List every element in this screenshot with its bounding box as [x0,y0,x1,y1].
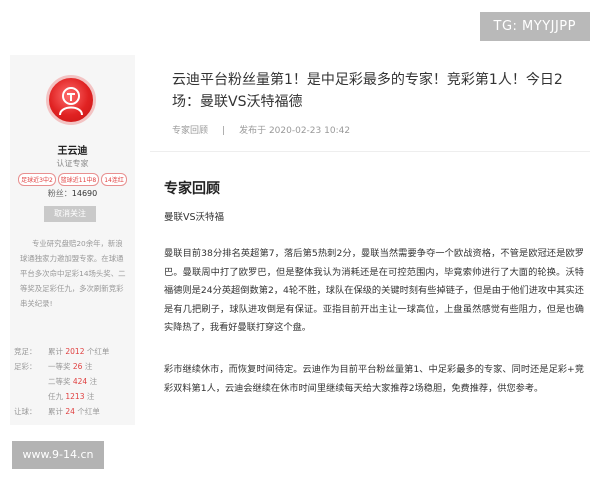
record-row: 让球： 累计 24 个红单 [14,404,132,419]
watermark-bottom: www.9-14.cn [12,441,104,469]
record-value: 1213 [65,392,85,401]
record-row: 足彩： 一等奖 26 注 [14,359,132,374]
match-title: 曼联VS沃特福 [164,212,225,223]
divider [150,151,590,152]
user-name[interactable]: 王云迪 [10,142,135,157]
record-category: 竞足： [14,347,37,356]
fans-number: 14690 [71,189,98,198]
achievement-tag: 14连红 [101,173,127,186]
article-title: 云迪平台粉丝量第1！是中足彩最多的专家！竞彩第1人！今日2场：曼联VS沃特福德 [172,72,563,110]
article-category[interactable]: 专家回顾 [172,126,208,136]
watermark-top: TG: MYYJJPP [479,12,590,41]
record-prefix: 二等奖 [48,377,71,386]
record-stats: 竞足： 累计 2012 个红单 足彩： 一等奖 26 注 二等奖 424 注 任… [14,344,132,419]
record-suffix: 个红单 [77,407,100,416]
record-suffix: 注 [89,377,98,386]
achievement-tag: 足球近3中2 [18,173,56,186]
article-paragraph: 曼联目前38分排名英超第7，落后第5热刺2分，曼联当然需要争夺一个欧战资格，不管… [164,248,584,333]
record-row: 任九 1213 注 [14,389,132,404]
fans-count: 粉丝：14690 [10,188,135,199]
record-category: 足彩： [14,362,37,371]
avatar[interactable] [46,75,96,125]
record-category [14,389,48,404]
publish-label: 发布于 [239,126,267,136]
article-meta: 专家回顾 | 发布于 2020-02-23 10:42 [172,123,350,136]
record-category [14,374,48,389]
record-prefix: 一等奖 [48,362,71,371]
record-prefix: 累计 [48,407,63,416]
record-suffix: 注 [86,392,95,401]
fans-label: 粉丝： [47,189,72,198]
unfollow-button[interactable]: 取消关注 [44,206,96,222]
profile-sidebar: 王云迪 认证专家 足球近3中2 篮球近11中8 14连红 粉丝：14690 取消… [10,55,135,425]
record-value: 24 [65,407,75,416]
user-role: 认证专家 [56,159,89,168]
achievement-tags: 足球近3中2 篮球近11中8 14连红 [10,173,135,186]
achievement-tag: 篮球近11中8 [57,173,100,186]
publish-time: 2020-02-23 10:42 [268,126,351,136]
record-value: 26 [72,362,83,371]
record-suffix: 注 [84,362,93,371]
record-prefix: 累计 [48,347,63,356]
record-row: 竞足： 累计 2012 个红单 [14,344,132,359]
record-row: 二等奖 424 注 [14,374,132,389]
article-paragraph: 彩市继续休市，而恢复时间待定。云迪作为目前平台粉丝量第1、中足彩最多的专家、同时… [164,364,584,394]
record-suffix: 个红单 [86,347,110,356]
record-value: 424 [72,377,88,386]
meta-separator: | [222,126,226,136]
record-value: 2012 [65,347,85,356]
record-prefix: 任九 [48,392,63,401]
expert-bio: 专业研究盘赔20余年，新浪球通独家力邀加盟专家。在球通平台多次命中足彩14场头奖… [20,239,126,308]
avatar-portrait-icon [59,87,83,115]
section-heading: 专家回顾 [164,181,220,197]
record-category: 让球： [14,407,37,416]
